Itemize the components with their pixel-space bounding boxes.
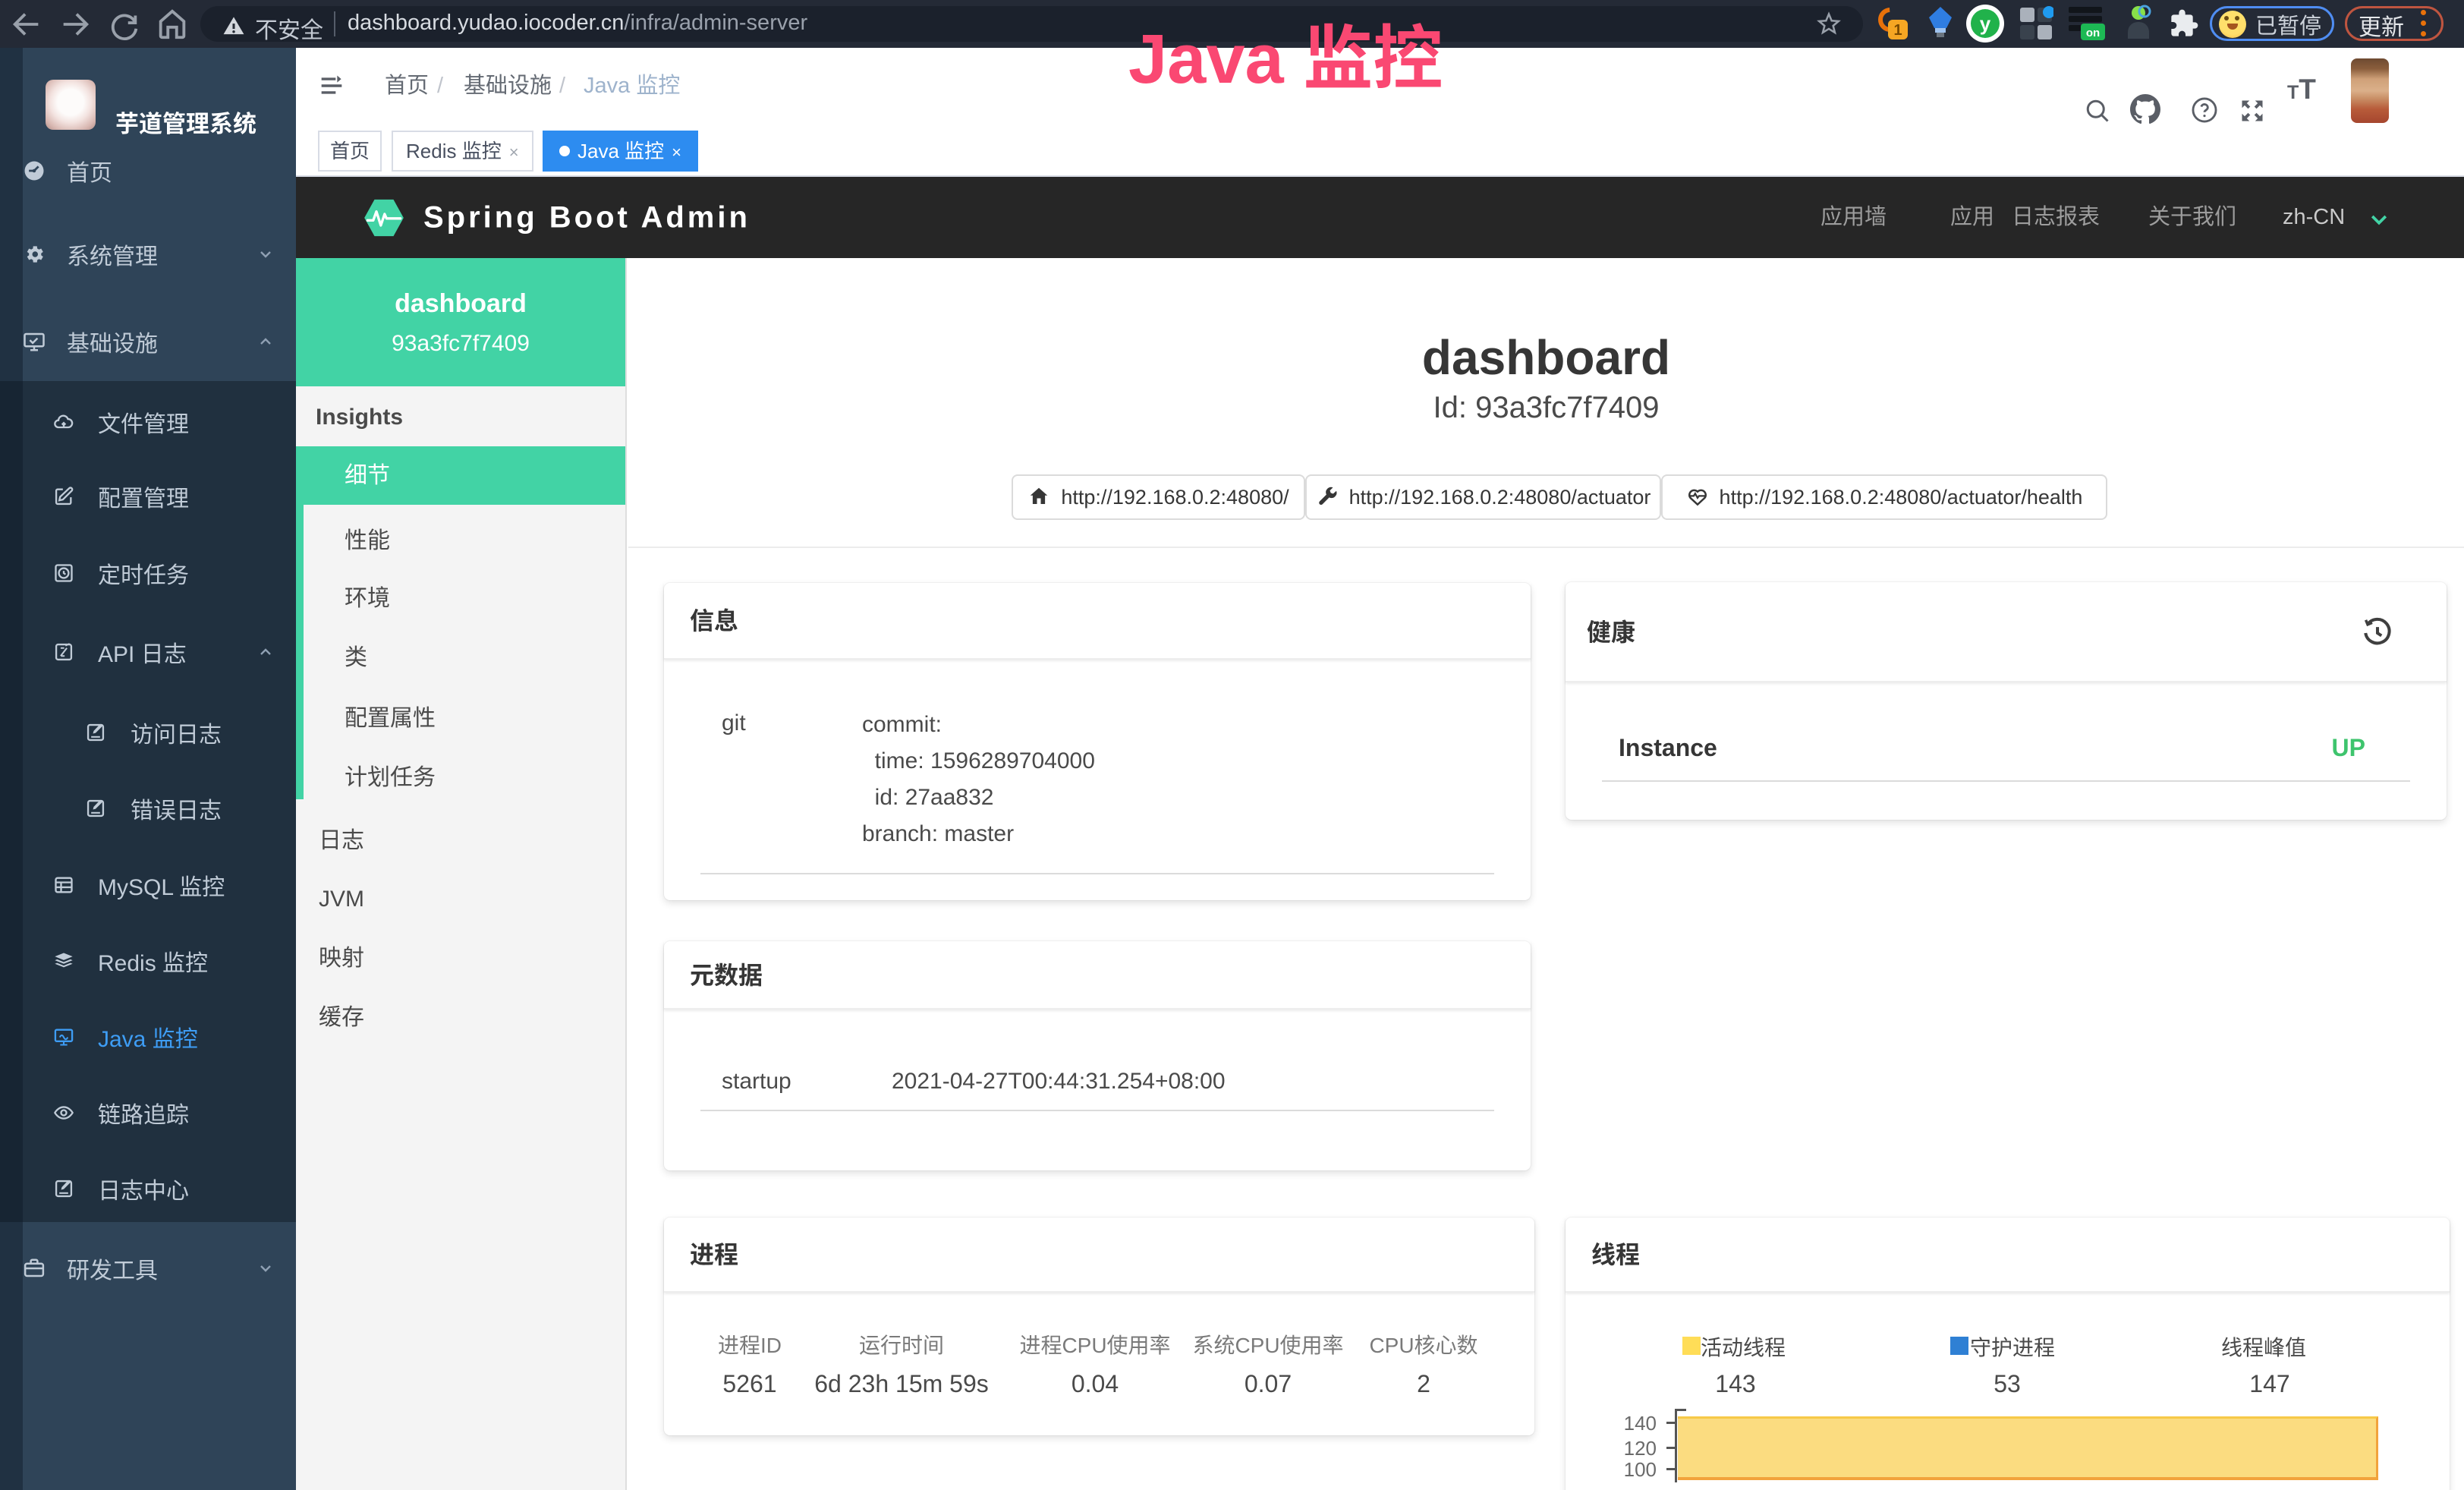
svg-text:1: 1 <box>1893 22 1902 39</box>
svg-text:y: y <box>1980 12 1991 35</box>
svg-text:on: on <box>2086 27 2100 39</box>
